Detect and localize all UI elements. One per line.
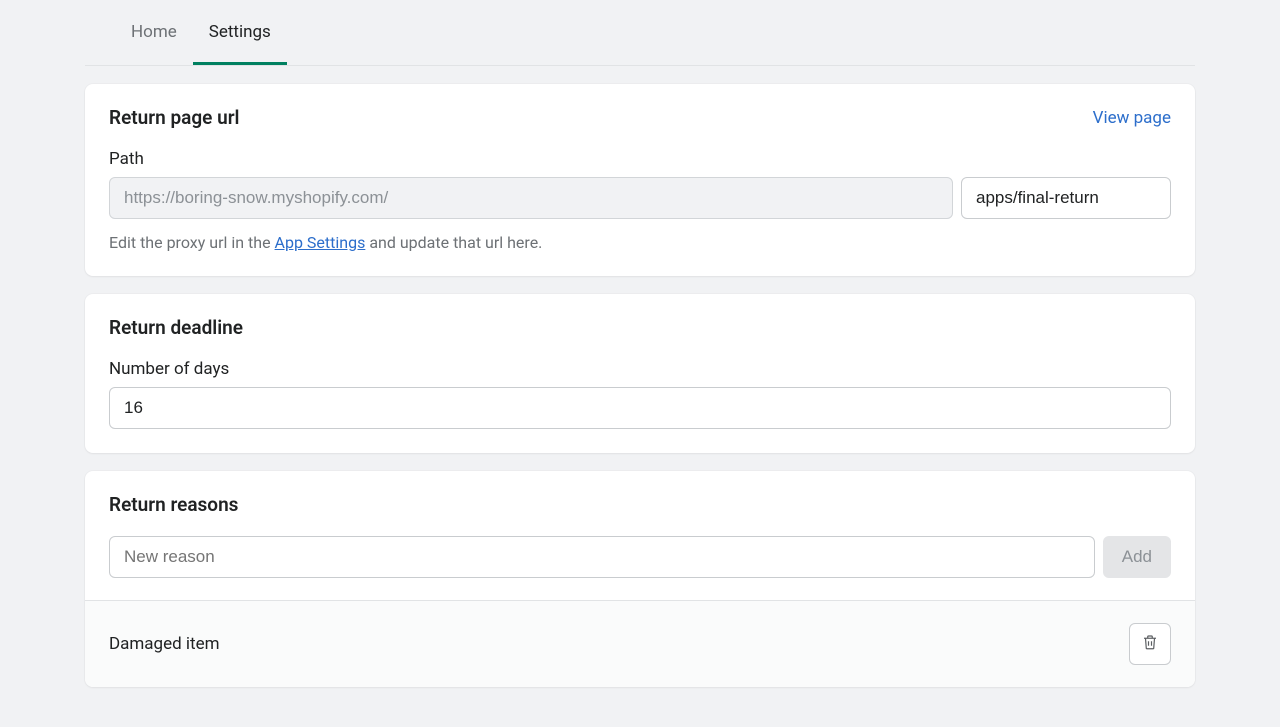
add-reason-button[interactable]: Add [1103,536,1171,578]
reason-item-label: Damaged item [109,634,220,654]
return-reasons-title: Return reasons [109,493,1171,516]
proxy-help-text: Edit the proxy url in the App Settings a… [109,233,1171,252]
path-label: Path [109,149,1171,169]
tabs: Home Settings [85,0,1195,66]
base-url-field [109,177,953,219]
days-input[interactable] [109,387,1171,429]
reason-item: Damaged item [85,600,1195,687]
return-url-card: Return page url View page Path Edit the … [85,84,1195,276]
delete-reason-button[interactable] [1129,623,1171,665]
tab-home[interactable]: Home [115,0,193,65]
return-url-title: Return page url [109,106,239,129]
return-reasons-card: Return reasons Add Damaged item [85,471,1195,687]
view-page-link[interactable]: View page [1093,108,1171,128]
return-deadline-card: Return deadline Number of days [85,294,1195,453]
tab-settings[interactable]: Settings [193,0,287,65]
trash-icon [1141,633,1159,655]
app-settings-link[interactable]: App Settings [275,233,366,252]
return-deadline-title: Return deadline [109,316,243,339]
path-suffix-input[interactable] [961,177,1171,219]
days-label: Number of days [109,359,1171,379]
help-post: and update that url here. [365,233,542,252]
new-reason-input[interactable] [109,536,1095,578]
help-pre: Edit the proxy url in the [109,233,275,252]
